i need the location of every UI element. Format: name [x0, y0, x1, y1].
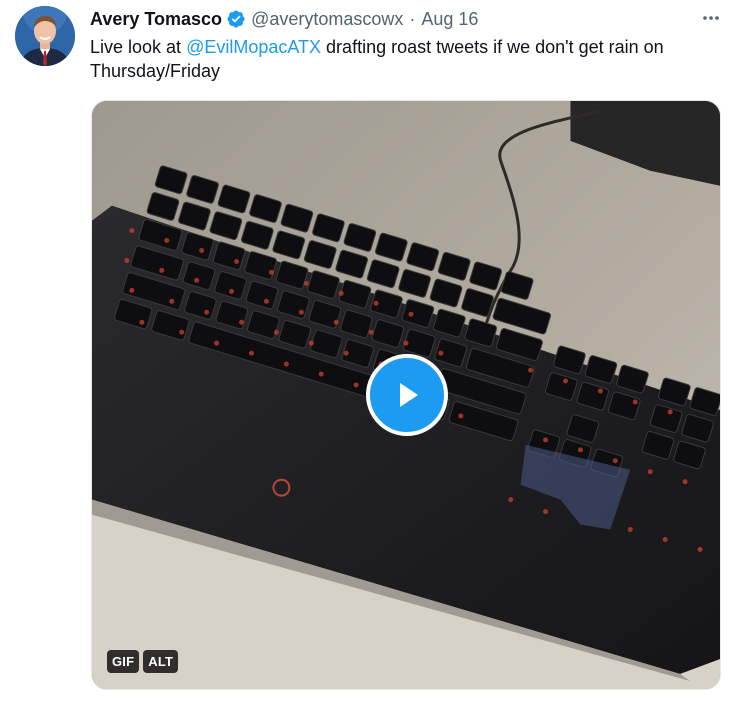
user-handle[interactable]: @averytomascowx: [251, 9, 403, 30]
more-dots-icon[interactable]: [701, 8, 721, 28]
gif-media[interactable]: GIF ALT: [91, 100, 721, 690]
tweet[interactable]: Avery Tomasco @averytomascowx · Aug 16 L…: [0, 0, 747, 702]
display-name[interactable]: Avery Tomasco: [90, 9, 222, 30]
avatar-image: [15, 6, 75, 66]
verified-badge-icon: [226, 9, 246, 29]
media-badges: GIF ALT: [107, 650, 179, 673]
play-button[interactable]: [366, 354, 448, 436]
alt-badge[interactable]: ALT: [143, 650, 179, 673]
separator-dot: ·: [409, 8, 416, 29]
avatar[interactable]: [15, 6, 75, 66]
play-icon: [400, 383, 418, 407]
tweet-text-before: Live look at: [90, 37, 187, 57]
timestamp[interactable]: Aug 16: [421, 9, 478, 30]
tweet-header: Avery Tomasco @averytomascowx · Aug 16: [90, 7, 478, 31]
gif-badge: GIF: [107, 650, 140, 673]
mention-link[interactable]: @EvilMopacATX: [186, 37, 321, 57]
tweet-text: Live look at @EvilMopacATX drafting roas…: [90, 35, 730, 83]
